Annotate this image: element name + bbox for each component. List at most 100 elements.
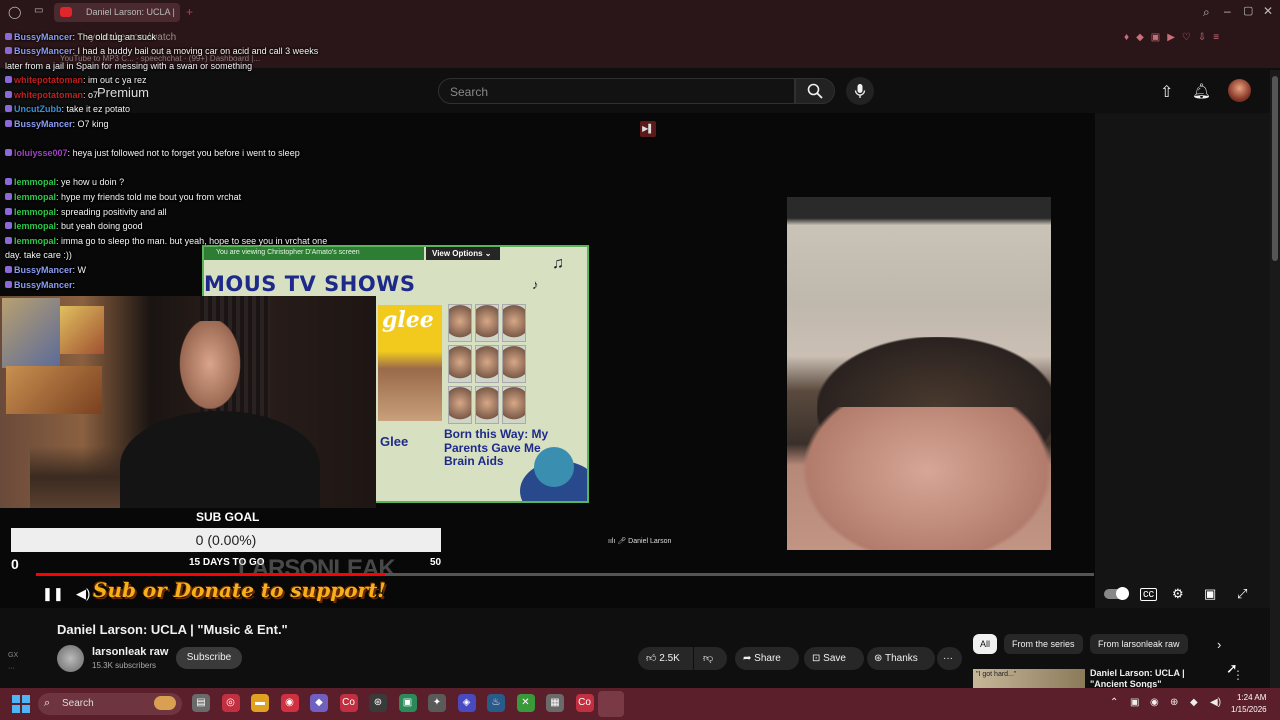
tray-chevron-icon[interactable]: ⌃ (1110, 697, 1118, 708)
face-thumb (475, 386, 499, 424)
tab-title: Daniel Larson: UCLA | (86, 7, 175, 17)
face-grid (448, 304, 528, 424)
new-tab-button[interactable]: + (186, 5, 193, 19)
view-options-label: View Options (432, 249, 483, 258)
channel-name[interactable]: larsonleak raw (92, 646, 168, 658)
taskbar-app-icon[interactable]: ▣ (398, 694, 417, 712)
taskbar-app-icon[interactable]: ▤ (192, 694, 210, 712)
taskbar-active-indicator (598, 691, 624, 717)
streamer-body (120, 411, 320, 508)
share-button[interactable]: ➦ Share (735, 647, 799, 670)
sidebar-icon[interactable]: ▭ (34, 5, 43, 16)
scrollbar-thumb[interactable] (1272, 76, 1278, 261)
search-button[interactable] (795, 78, 835, 104)
chat-message: whitepotatoman: im out c ya rez (5, 75, 147, 86)
taskbar-app-icon[interactable]: ⊛ (369, 694, 387, 712)
chat-message: loluiysse007: heya just followed not to … (5, 148, 300, 159)
chat-username: lemmopal (14, 192, 57, 202)
taskbar-app-icon[interactable]: Co (339, 694, 358, 712)
chat-separator: : (72, 280, 76, 290)
participant-name: ıılı 🎤︎ Daniel Larson (608, 538, 672, 545)
tray-app-icon[interactable]: ◉ (1150, 697, 1159, 708)
chip-all[interactable]: All (973, 634, 997, 654)
save-button[interactable]: ⊡ Save (804, 647, 864, 670)
chat-badge-icon (5, 91, 12, 98)
recommended-thumbnail[interactable]: "I got hard..." (973, 669, 1085, 689)
chat-badge-icon (5, 105, 12, 112)
autoplay-knob[interactable] (1116, 587, 1129, 600)
chat-message: lemmopal: ye how u doin ? (5, 177, 124, 188)
upload-icon[interactable]: ⇧ (1160, 82, 1173, 102)
taskbar-app-icon[interactable]: ▦ (546, 694, 564, 712)
pause-icon[interactable]: ❚❚ (42, 586, 64, 602)
search-icon (807, 83, 823, 99)
minimize-icon[interactable]: – (1224, 4, 1231, 18)
chat-badge-icon (5, 193, 12, 200)
maximize-icon[interactable]: ▢ (1243, 4, 1253, 17)
chat-username: whitepotatoman (14, 90, 83, 100)
taskbar-app-icon[interactable]: ◉ (280, 694, 299, 712)
windows-start-icon[interactable] (12, 695, 30, 713)
sub-goal-label: SUB GOAL (196, 510, 260, 524)
opera-logo-icon[interactable]: ◯ (8, 5, 21, 19)
taskbar-app-icon[interactable]: ✦ (428, 694, 446, 712)
volume-icon[interactable]: ◀) (1210, 697, 1221, 708)
chat-text: heya just followed not to forget you bef… (72, 148, 300, 158)
camera-subject-face (797, 407, 1051, 550)
glee-logo: glee (382, 307, 434, 333)
search-icon[interactable]: ⌕ (1203, 5, 1210, 20)
screen: ◯ ▭ Daniel Larson: UCLA | + ⌕ – ▢ ✕ yout… (0, 0, 1280, 720)
network-icon[interactable]: ⊕ (1170, 697, 1178, 708)
more-actions-button[interactable]: ··· (937, 647, 962, 670)
voice-search-button[interactable] (846, 77, 874, 105)
tray-app-icon[interactable]: ▣ (1130, 697, 1139, 708)
taskbar-app-icon[interactable]: ▬ (251, 694, 269, 712)
streamer-webcam (0, 296, 376, 508)
chip-from-series[interactable]: From the series (1004, 634, 1083, 654)
extension-icons[interactable]: ♦◆▣▶♡⇩≡ (1124, 32, 1226, 43)
chat-text: spreading positivity and all (61, 207, 167, 217)
chat-text: ye how u doin ? (61, 177, 125, 187)
channel-avatar[interactable] (57, 645, 84, 672)
thanks-label: Thanks (885, 653, 918, 664)
more-horiz-icon[interactable]: ··· (0, 659, 30, 672)
bell-icon[interactable]: 🔔︎ (1192, 82, 1211, 100)
search-input[interactable]: Search (438, 78, 795, 104)
tray-app-icon[interactable]: ◆ (1190, 697, 1198, 708)
chat-text: im out c ya rez (88, 75, 147, 85)
subscribe-button[interactable]: Subscribe (176, 647, 242, 669)
face-thumb (475, 345, 499, 383)
chat-username: BussyMancer (14, 32, 73, 42)
skip-icon: ▶▌ (640, 121, 656, 137)
chat-username: lemmopal (14, 236, 57, 246)
donate-banner: Sub or Donate to support! (93, 578, 387, 602)
clock-time[interactable]: 1:24 AM (1237, 693, 1266, 702)
thanks-button[interactable]: ⊛ Thanks (867, 647, 935, 670)
settings-icon[interactable]: ⚙ (1172, 586, 1184, 602)
dislike-button[interactable]: 👎︎ (694, 647, 727, 670)
fullscreen-icon[interactable]: ⤢ (1237, 586, 1247, 602)
chip-from-channel[interactable]: From larsonleak raw (1090, 634, 1188, 654)
view-options-button[interactable]: View Options ⌄ (426, 247, 500, 260)
miniplayer-icon[interactable]: ▣ (1204, 586, 1216, 602)
volume-icon[interactable]: ◀) (76, 586, 90, 602)
chat-message: BussyMancer: I had a buddy bail out a mo… (5, 46, 318, 57)
taskbar-app-icon[interactable]: ◆ (310, 694, 328, 712)
chevron-right-icon[interactable]: › (1217, 637, 1221, 652)
chat-badge-icon (5, 208, 12, 215)
taskbar-app-icon[interactable]: Co (575, 694, 594, 712)
browser-tab[interactable]: Daniel Larson: UCLA | (54, 3, 180, 22)
chat-message: whitepotatoman: o7 (5, 90, 98, 101)
like-button[interactable]: 👍︎ 2.5K (638, 647, 693, 670)
chat-username: BussyMancer (14, 119, 73, 129)
cc-icon[interactable]: cc (1140, 588, 1157, 601)
taskbar-app-icon[interactable]: ◈ (457, 694, 476, 712)
avatar[interactable] (1228, 79, 1251, 102)
close-icon[interactable]: ✕ (1263, 4, 1273, 18)
recommended-title[interactable]: Daniel Larson: UCLA | "Ancient Songs" (1090, 668, 1220, 688)
taskbar-app-icon[interactable]: ♨ (487, 694, 505, 712)
taskbar-app-icon[interactable]: ◎ (221, 694, 240, 712)
taskbar-app-icon[interactable]: ✕ (516, 694, 535, 712)
left-rail-label: GX (8, 652, 19, 659)
clock-date[interactable]: 1/15/2026 (1231, 705, 1267, 714)
